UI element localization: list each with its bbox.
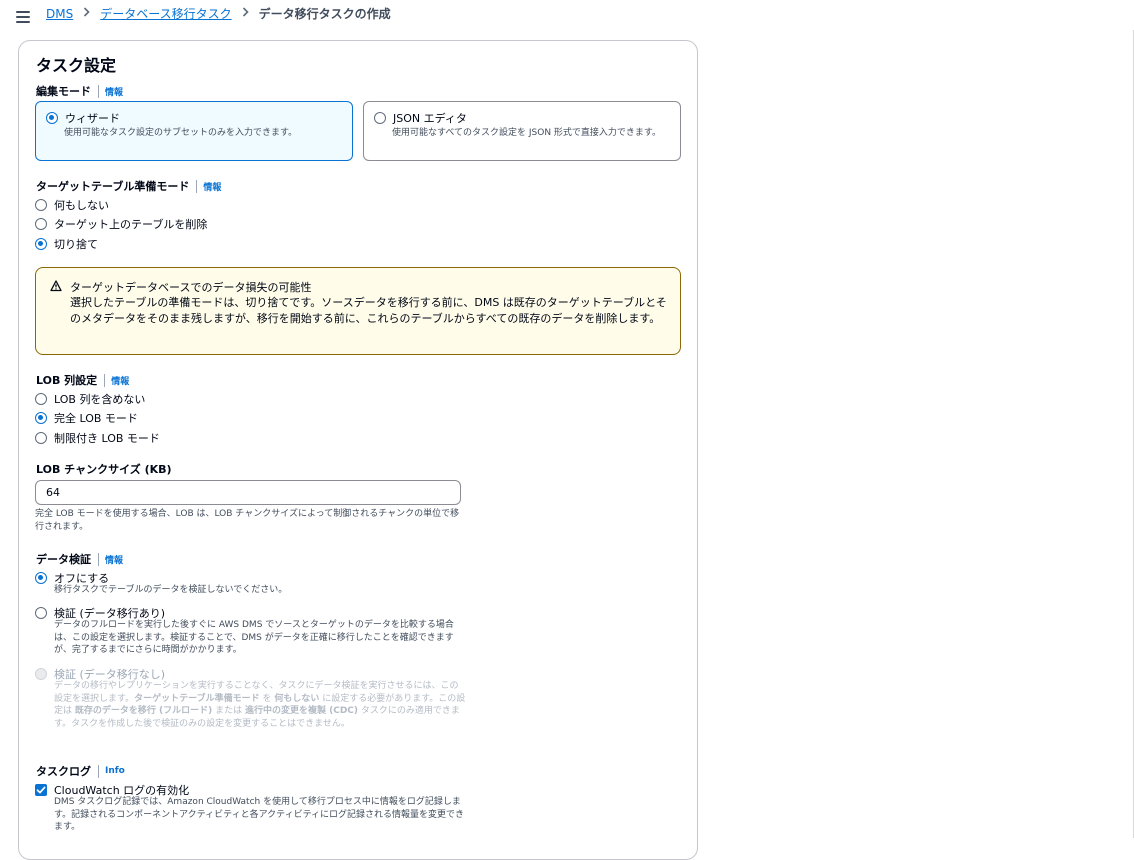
json-title: JSON エディタ	[374, 110, 670, 126]
info-separator	[104, 373, 106, 387]
alert-title: ターゲットデータベースでのデータ損失の可能性	[70, 281, 312, 294]
target-prep-label: ターゲットテーブル準備モード 情報	[36, 178, 221, 194]
chevron-right-icon	[83, 6, 90, 22]
edit-mode-json-tile[interactable]: JSON エディタ 使用可能なすべてのタスク設定を JSON 形式で直接入力でき…	[363, 101, 681, 161]
task-log-desc: DMS タスクログ記録では、Amazon CloudWatch を使用して移行プ…	[54, 797, 465, 832]
json-title-text: JSON エディタ	[393, 112, 467, 125]
lob-option-none-text: LOB 列を含めない	[54, 393, 146, 406]
validation-without-migration-desc: データの移行やレプリケーションを実行することなく、タスクにデータ検証を実行させる…	[54, 681, 466, 729]
info-separator	[98, 764, 99, 778]
target-prep-radio-truncate[interactable]	[35, 238, 47, 250]
info-separator	[98, 84, 99, 98]
validation-label: データ検証 情報	[36, 551, 123, 567]
breadcrumb: DMS データベース移行タスク データ移行タスクの作成	[46, 6, 391, 22]
breadcrumb-current: データ移行タスクの作成	[258, 7, 391, 21]
json-desc: 使用可能なすべてのタスク設定を JSON 形式で直接入力できます。	[392, 128, 662, 138]
wizard-desc: 使用可能なタスク設定のサブセットのみを入力できます。	[64, 128, 298, 138]
lob-option-none[interactable]: LOB 列を含めない	[35, 391, 145, 407]
validation-radio-off[interactable]	[35, 572, 47, 584]
lob-radio-none[interactable]	[35, 393, 47, 405]
lob-option-full[interactable]: 完全 LOB モード	[35, 410, 138, 426]
task-log-info-link[interactable]: Info	[105, 766, 125, 776]
target-prep-radio-nothing[interactable]	[35, 199, 47, 211]
lob-label-text: LOB 列設定	[36, 374, 98, 387]
target-prep-option-truncate[interactable]: 切り捨て	[35, 236, 98, 252]
warning-icon	[50, 280, 62, 292]
lob-option-limited[interactable]: 制限付き LOB モード	[35, 430, 160, 446]
validation-off-desc: 移行タスクでテーブルのデータを検証しないでください。	[54, 585, 288, 595]
lob-radio-limited[interactable]	[35, 432, 47, 444]
target-prep-option-drop-text: ターゲット上のテーブルを削除	[54, 218, 208, 231]
check-icon	[36, 786, 46, 794]
lob-info-link[interactable]: 情報	[111, 374, 129, 387]
lob-chunk-label: LOB チャンクサイズ (KB)	[36, 463, 172, 476]
validation-info-link[interactable]: 情報	[105, 553, 123, 566]
info-separator	[196, 179, 198, 193]
wizard-title: ウィザード	[46, 110, 342, 126]
target-prep-info-link[interactable]: 情報	[203, 180, 221, 193]
lob-option-full-text: 完全 LOB モード	[54, 412, 138, 425]
edit-mode-label: 編集モード 情報	[36, 83, 123, 99]
breadcrumb-dms[interactable]: DMS	[46, 6, 73, 22]
task-settings-panel	[18, 40, 698, 860]
wizard-title-text: ウィザード	[65, 112, 120, 125]
data-loss-warning-alert: ターゲットデータベースでのデータ損失の可能性 選択したテーブルの準備モードは、切…	[35, 267, 681, 355]
alert-body: 選択したテーブルの準備モードは、切り捨てです。ソースデータを移行する前に、DMS…	[70, 296, 667, 325]
cloudwatch-logs-checkbox[interactable]	[35, 784, 47, 796]
lob-chunk-hint: 完全 LOB モードを使用する場合、LOB は、LOB チャンクサイズによって制…	[35, 509, 460, 532]
target-prep-option-nothing[interactable]: 何もしない	[35, 197, 109, 213]
wizard-radio[interactable]	[46, 112, 58, 124]
target-prep-option-drop[interactable]: ターゲット上のテーブルを削除	[35, 216, 207, 232]
target-prep-label-text: ターゲットテーブル準備モード	[36, 180, 190, 193]
section-title: タスク設定	[36, 56, 117, 75]
validation-radio-without-migration	[35, 668, 47, 680]
edit-mode-info-link[interactable]: 情報	[105, 85, 123, 98]
validation-with-migration-desc: データのフルロードを実行した後すぐに AWS DMS でソースとターゲットのデー…	[54, 620, 454, 655]
validation-radio-with-migration[interactable]	[35, 607, 47, 619]
task-log-label: タスクログ Info	[36, 763, 125, 779]
lob-option-limited-text: 制限付き LOB モード	[54, 432, 160, 445]
info-separator	[98, 552, 99, 566]
lob-label: LOB 列設定 情報	[36, 372, 129, 388]
chevron-right-icon	[242, 6, 249, 22]
breadcrumb-migration-tasks[interactable]: データベース移行タスク	[100, 6, 231, 22]
lob-chunk-input[interactable]	[35, 480, 461, 505]
edit-mode-label-text: 編集モード	[36, 85, 91, 98]
json-radio[interactable]	[374, 112, 386, 124]
task-log-label-text: タスクログ	[36, 765, 91, 778]
target-prep-option-nothing-text: 何もしない	[54, 199, 109, 212]
menu-icon[interactable]	[16, 11, 30, 23]
target-prep-radio-drop[interactable]	[35, 218, 47, 230]
lob-radio-full[interactable]	[35, 412, 47, 424]
top-bar: DMS データベース移行タスク データ移行タスクの作成	[0, 0, 1134, 30]
edit-mode-wizard-tile[interactable]: ウィザード 使用可能なタスク設定のサブセットのみを入力できます。	[35, 101, 353, 161]
target-prep-option-truncate-text: 切り捨て	[54, 238, 98, 251]
validation-label-text: データ検証	[36, 553, 91, 566]
